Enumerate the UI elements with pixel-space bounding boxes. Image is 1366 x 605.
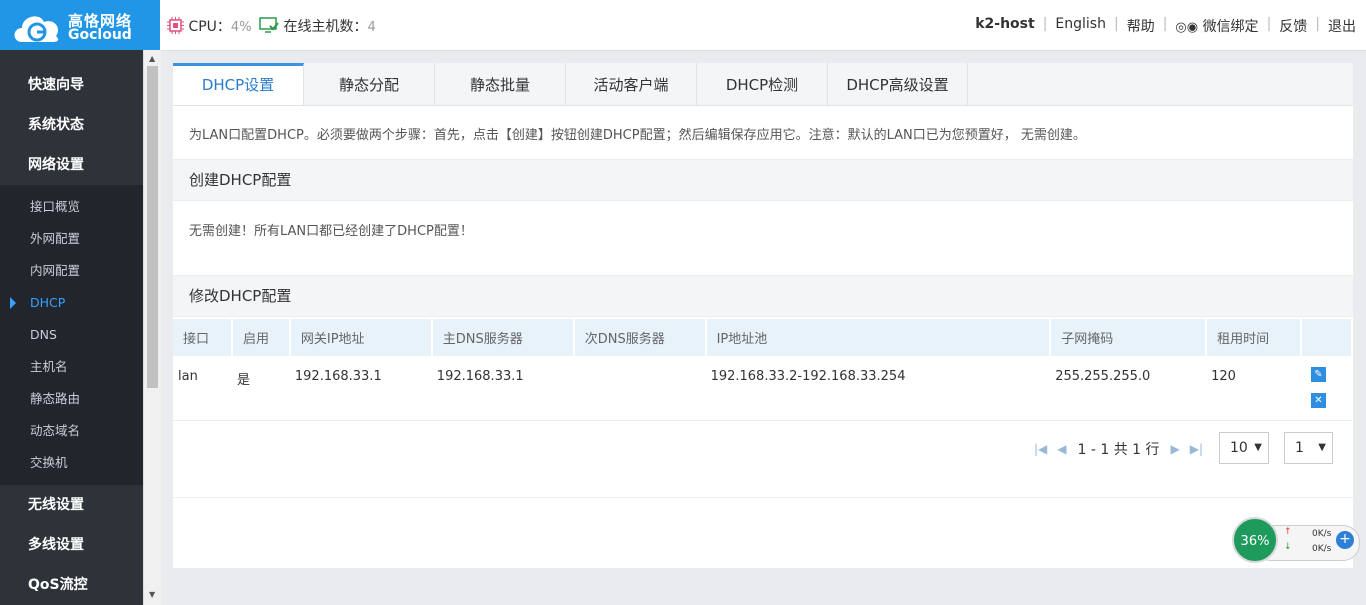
main-panel: DHCP设置 静态分配 静态批量 活动客户端 DHCP检测 DHCP高级设置 为… (173, 63, 1354, 568)
create-section-title: 创建DHCP配置 (173, 159, 1353, 201)
cell-enabled: 是 (231, 356, 290, 421)
page-number-select[interactable]: 1 ▼ (1284, 432, 1333, 464)
dhcp-description: 为LAN口配置DHCP。必须要做两个步骤：首先，点击【创建】按钮创建DHCP配置… (189, 128, 1086, 143)
help-link[interactable]: 帮助 (1119, 16, 1163, 36)
sidebar-item-hostname[interactable]: 主机名 (0, 351, 143, 383)
sidebar-item-ddns[interactable]: 动态域名 (0, 415, 143, 447)
delete-icon[interactable]: ✕ (1310, 393, 1326, 408)
sidebar-item-system-status[interactable]: 系统状态 (0, 105, 143, 145)
tab-static-assign[interactable]: 静态分配 (304, 63, 435, 105)
tab-dhcp-settings[interactable]: DHCP设置 (173, 63, 304, 105)
sidebar-item-qos[interactable]: QoS流控 (0, 565, 143, 605)
header-nav: k2-host | English | 帮助 | ◎◉ 微信绑定 | 反馈 | … (967, 16, 1366, 36)
col-interface: 接口 (173, 319, 233, 356)
pagination-summary: 1 - 1 共 1 行 (1077, 442, 1160, 458)
col-actions (1300, 319, 1354, 356)
col-gateway: 网关IP地址 (289, 319, 433, 356)
cell-ip-pool: 192.168.33.2-192.168.33.254 (705, 356, 1051, 421)
cell-secondary-dns (573, 356, 706, 421)
brand-name-en: Gocloud (68, 27, 132, 43)
cell-lease-time: 120 (1206, 356, 1301, 421)
next-page-icon[interactable]: ▶ (1171, 442, 1180, 456)
sidebar-submenu: 接口概览 外网配置 内网配置 DHCP DNS 主机名 静态路由 动态域名 交换… (0, 185, 143, 485)
first-page-icon[interactable]: |◀ (1034, 442, 1047, 456)
tab-dhcp-detect[interactable]: DHCP检测 (697, 63, 828, 105)
cell-subnet-mask: 255.255.255.0 (1050, 356, 1207, 421)
page-size-select[interactable]: 10 ▼ (1219, 432, 1269, 464)
prev-page-icon[interactable]: ◀ (1057, 442, 1066, 456)
sidebar-item-wireless[interactable]: 无线设置 (0, 485, 143, 525)
col-primary-dns: 主DNS服务器 (431, 319, 575, 356)
english-link[interactable]: English (1047, 16, 1114, 36)
hosts-label: 在线主机数： (283, 19, 368, 35)
cell-primary-dns: 192.168.33.1 (431, 356, 574, 421)
sidebar-item-dns[interactable]: DNS (0, 319, 143, 351)
col-ip-pool: IP地址池 (705, 319, 1052, 356)
speed-percent: 36% (1232, 517, 1278, 563)
wechat-bind-link[interactable]: ◎◉ 微信绑定 (1167, 16, 1266, 36)
brand-logo[interactable]: 高恪网络 Gocloud (0, 0, 160, 50)
last-page-icon[interactable]: ▶| (1190, 442, 1203, 456)
top-header: 高恪网络 Gocloud CPU：4% 在线主机数：4 k2-host | En… (0, 0, 1366, 51)
tab-dhcp-advanced[interactable]: DHCP高级设置 (828, 63, 968, 105)
cpu-value: 4% (230, 20, 252, 35)
scrollbar-thumb[interactable] (147, 66, 158, 388)
page-number-value: 1 (1295, 440, 1304, 456)
sidebar-item-dhcp[interactable]: DHCP (0, 287, 143, 319)
sidebar-item-interface-overview[interactable]: 接口概览 (0, 191, 143, 223)
chip-icon (167, 17, 184, 34)
cell-actions: ✎ ✕ (1300, 356, 1352, 421)
hostname-label: k2-host (975, 16, 1035, 32)
dhcp-table: 接口 启用 网关IP地址 主DNS服务器 次DNS服务器 IP地址池 子网掩码 … (173, 319, 1354, 421)
sidebar-scrollbar[interactable]: ▲ ▼ (143, 50, 161, 605)
col-secondary-dns: 次DNS服务器 (573, 319, 707, 356)
sidebar-item-multi-wan[interactable]: 多线设置 (0, 525, 143, 565)
logout-link[interactable]: 退出 (1320, 16, 1366, 36)
monitor-check-icon (259, 17, 279, 33)
create-message: 无需创建！所有LAN口都已经创建了DHCP配置！ (189, 224, 473, 239)
tab-bar: DHCP设置 静态分配 静态批量 活动客户端 DHCP检测 DHCP高级设置 (173, 63, 1353, 106)
cell-gateway: 192.168.33.1 (289, 356, 432, 421)
table-footer (173, 477, 1353, 498)
cell-interface: lan (173, 356, 232, 421)
download-arrow-icon: ↓ (1284, 542, 1292, 552)
cloud-logo-icon (14, 16, 59, 42)
cpu-status: CPU：4% (167, 16, 252, 36)
scroll-down-icon[interactable]: ▼ (149, 590, 155, 599)
sidebar-item-wan-config[interactable]: 外网配置 (0, 223, 143, 255)
table-header-row: 接口 启用 网关IP地址 主DNS服务器 次DNS服务器 IP地址池 子网掩码 … (173, 319, 1354, 356)
col-subnet-mask: 子网掩码 (1050, 319, 1208, 356)
chevron-down-icon: ▼ (1254, 442, 1262, 453)
pagination: |◀ ◀ 1 - 1 共 1 行 ▶ ▶| (1029, 439, 1208, 459)
feedback-link[interactable]: 反馈 (1271, 16, 1315, 36)
col-lease-time: 租用时间 (1206, 319, 1302, 356)
add-icon[interactable]: + (1336, 531, 1354, 549)
hosts-value: 4 (367, 20, 376, 35)
wechat-bind-label: 微信绑定 (1202, 19, 1259, 35)
tab-active-clients[interactable]: 活动客户端 (566, 63, 697, 105)
cpu-label: CPU： (188, 19, 231, 35)
sidebar-item-quick-guide[interactable]: 快速向导 (0, 65, 143, 105)
upload-rate: 0K/s (1312, 529, 1332, 539)
sidebar-item-lan-config[interactable]: 内网配置 (0, 255, 143, 287)
network-speed-widget[interactable]: 36% ↑ ↓ 0K/s 0K/s + (1232, 517, 1360, 565)
col-enabled: 启用 (231, 319, 291, 356)
sidebar-item-switch[interactable]: 交换机 (0, 447, 143, 479)
sidebar-item-network-settings[interactable]: 网络设置 (0, 145, 143, 185)
edit-section-title: 修改DHCP配置 (173, 275, 1353, 317)
scroll-up-icon[interactable]: ▲ (149, 54, 155, 63)
page-size-value: 10 (1230, 440, 1248, 456)
online-hosts-status: 在线主机数：4 (259, 16, 376, 36)
chevron-down-icon: ▼ (1318, 442, 1326, 453)
edit-icon[interactable]: ✎ (1310, 367, 1326, 382)
sidebar: 快速向导 系统状态 网络设置 接口概览 外网配置 内网配置 DHCP DNS 主… (0, 50, 143, 605)
upload-arrow-icon: ↑ (1284, 527, 1292, 537)
wechat-icon: ◎◉ (1175, 20, 1199, 35)
tab-static-batch[interactable]: 静态批量 (435, 63, 566, 105)
download-rate: 0K/s (1312, 544, 1332, 554)
sidebar-item-static-route[interactable]: 静态路由 (0, 383, 143, 415)
table-row: lan 是 192.168.33.1 192.168.33.1 192.168.… (173, 356, 1352, 421)
